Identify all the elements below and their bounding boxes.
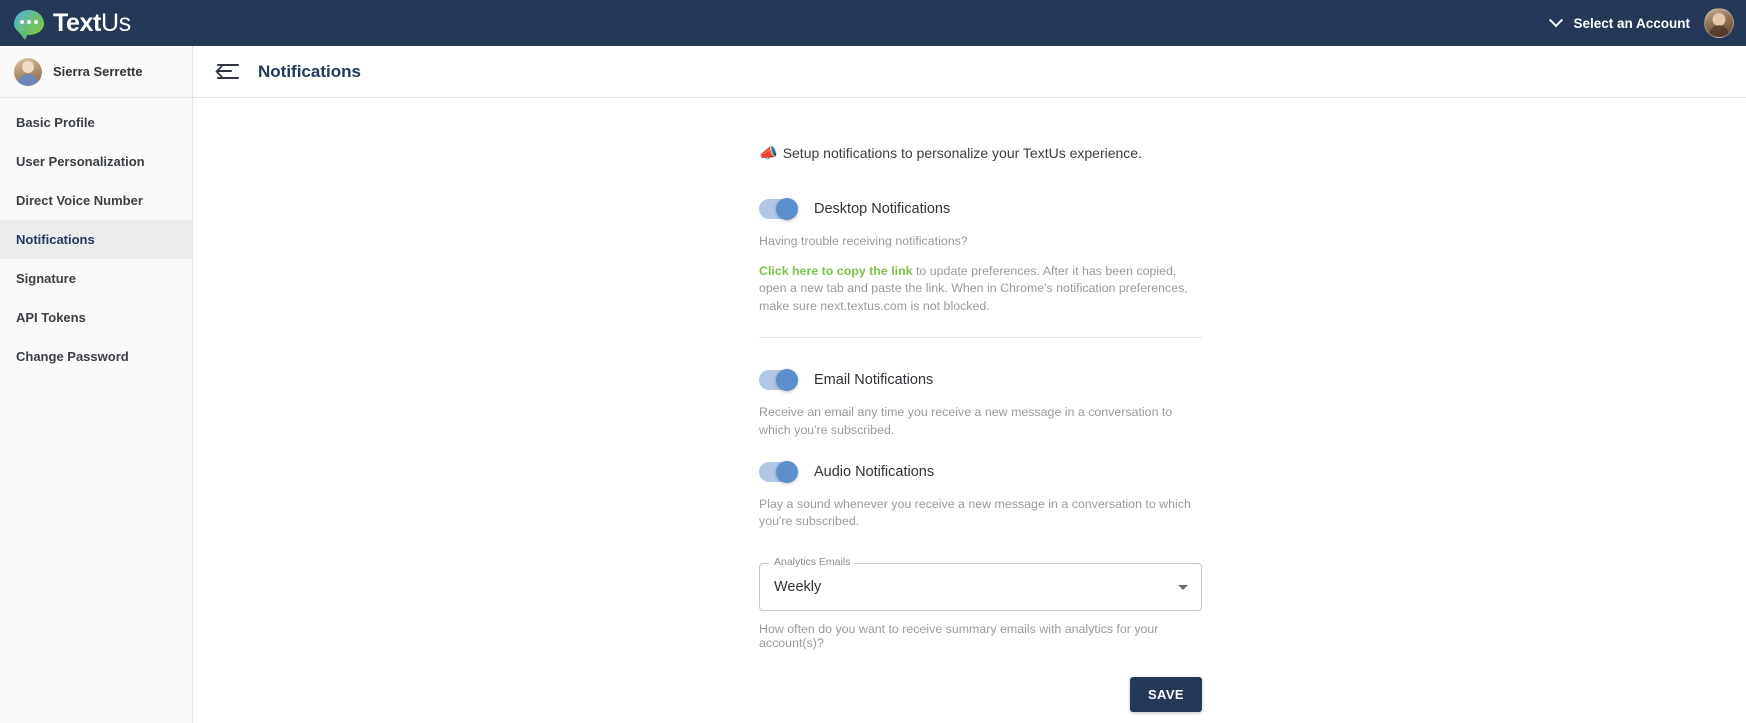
topbar-right-group: Select an Account [1549, 8, 1734, 38]
sidebar-item-signature[interactable]: Signature [0, 259, 192, 298]
email-notifications-label: Email Notifications [814, 372, 934, 389]
sidebar-user-row[interactable]: Sierra Serrette [0, 46, 192, 98]
audio-notifications-description: Play a sound whenever you receive a new … [759, 496, 1191, 529]
sidebar-item-notifications[interactable]: Notifications [0, 220, 192, 259]
brand-name-bold: Text [53, 8, 101, 37]
analytics-emails-select[interactable]: Analytics Emails Weekly [759, 557, 1202, 611]
audio-notifications-label: Audio Notifications [814, 463, 935, 480]
intro-text: Setup notifications to personalize your … [782, 145, 1142, 161]
desktop-help-paragraph: Click here to copy the link to update pr… [759, 263, 1202, 316]
email-notifications-row: Email Notifications [759, 369, 1202, 392]
account-selector[interactable]: Select an Account [1549, 13, 1690, 31]
sidebar-item-change-password[interactable]: Change Password [0, 337, 192, 376]
avatar [14, 57, 42, 86]
audio-notifications-toggle[interactable] [759, 460, 798, 483]
brand-name-light: Us [100, 8, 131, 37]
analytics-emails-value: Weekly [774, 578, 822, 595]
chevron-down-icon [1549, 13, 1564, 28]
sidebar-item-direct-voice-number[interactable]: Direct Voice Number [0, 181, 192, 220]
account-selector-label: Select an Account [1573, 15, 1690, 31]
sidebar-item-user-personalization[interactable]: User Personalization [0, 142, 192, 181]
brand-logo[interactable]: TextUs [14, 8, 131, 40]
textus-chat-bubble-icon [14, 10, 44, 40]
sidebar-item-label: Change Password [16, 349, 129, 364]
audio-notifications-row: Audio Notifications [759, 460, 1202, 483]
content-scroll-region: 📣 Setup notifications to personalize your… [193, 98, 1746, 723]
analytics-emails-label: Analytics Emails [769, 557, 856, 568]
email-notifications-toggle[interactable] [759, 369, 798, 392]
desktop-notifications-toggle[interactable] [759, 198, 798, 220]
analytics-emails-field: Analytics Emails Weekly How often do you… [759, 557, 1202, 650]
sidebar-item-label: Basic Profile [16, 115, 95, 130]
dropdown-caret-icon [1178, 584, 1188, 590]
sidebar-item-label: Direct Voice Number [16, 193, 143, 208]
main-area: Notifications 📣 Setup notifications to pe… [193, 46, 1746, 723]
save-button[interactable]: SAVE [1129, 676, 1202, 712]
settings-sidebar: Sierra Serrette Basic Profile User Perso… [0, 46, 193, 723]
save-row: SAVE [759, 676, 1202, 712]
sidebar-item-label: Signature [16, 271, 76, 286]
megaphone-icon: 📣 [759, 145, 778, 162]
intro-text-row: 📣 Setup notifications to personalize your… [759, 144, 1202, 162]
sidebar-item-label: Notifications [16, 232, 95, 247]
user-avatar-topbar[interactable] [1704, 8, 1734, 38]
analytics-emails-helper-text: How often do you want to receive summary… [759, 621, 1159, 650]
desktop-notifications-row: Desktop Notifications [759, 198, 1202, 220]
main-header: Notifications [193, 46, 1746, 98]
sidebar-item-label: API Tokens [16, 310, 86, 325]
email-notifications-description: Receive an email any time you receive a … [759, 405, 1173, 438]
sidebar-item-label: User Personalization [16, 154, 145, 169]
body-wrapper: Sierra Serrette Basic Profile User Perso… [0, 46, 1746, 723]
sidebar-item-basic-profile[interactable]: Basic Profile [0, 103, 192, 142]
top-bar: TextUs Select an Account [0, 0, 1746, 46]
sidebar-nav: Basic Profile User Personalization Direc… [0, 98, 192, 376]
brand-name: TextUs [53, 8, 131, 37]
copy-link-button[interactable]: Click here to copy the link [759, 264, 913, 278]
desktop-trouble-text: Having trouble receiving notifications? [759, 234, 968, 248]
sidebar-item-api-tokens[interactable]: API Tokens [0, 298, 192, 337]
notifications-form: 📣 Setup notifications to personalize your… [759, 98, 1202, 712]
desktop-notifications-label: Desktop Notifications [814, 201, 951, 217]
page-title: Notifications [258, 61, 361, 81]
sidebar-user-name: Sierra Serrette [53, 64, 143, 79]
collapse-menu-icon[interactable] [215, 63, 239, 80]
